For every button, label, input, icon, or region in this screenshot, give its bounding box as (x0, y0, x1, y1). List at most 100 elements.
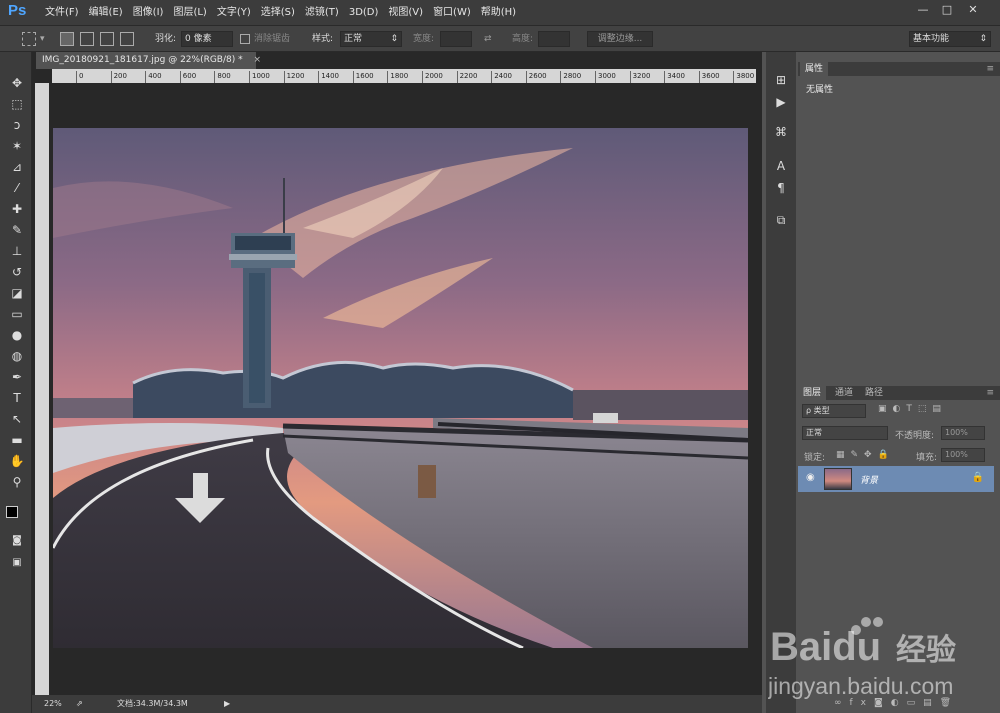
new-selection-icon[interactable] (60, 32, 74, 46)
baidu-jingyan-watermark: Baidu 经验 jingyan.baidu.com (768, 617, 956, 699)
brush-preset-panel-icon[interactable]: ⌘ (772, 124, 790, 140)
character-panel-icon[interactable]: A (772, 158, 790, 174)
ruler-tick-label: 1400 (318, 71, 339, 83)
crop-tool-icon[interactable]: ⊿ (6, 158, 28, 176)
menu-layer[interactable]: 图层(L) (168, 0, 211, 26)
panel-menu-icon[interactable]: ≡ (986, 386, 994, 400)
height-input[interactable] (538, 31, 570, 47)
paragraph-panel-icon[interactable]: ¶ (772, 180, 790, 196)
menu-window[interactable]: 窗口(W) (428, 0, 476, 26)
ruler-tick-label: 3400 (664, 71, 685, 83)
eye-icon[interactable]: ◉ (806, 472, 815, 483)
layer-filter-select[interactable]: ρ 类型 (802, 404, 866, 418)
menu-help[interactable]: 帮助(H) (476, 0, 521, 26)
screen-mode-icon[interactable]: ▣ (6, 554, 28, 572)
healing-brush-tool-icon[interactable]: ✚ (6, 200, 28, 218)
brush-tool-icon[interactable]: ✎ (6, 221, 28, 239)
width-input[interactable] (440, 31, 472, 47)
move-tool-icon[interactable]: ✥ (6, 74, 28, 92)
lock-label: 锁定: (804, 453, 826, 463)
pen-tool-icon[interactable]: ✒ (6, 368, 28, 386)
fill-input[interactable]: 100% (941, 448, 985, 462)
style-select[interactable]: 正常 ⇕ (340, 31, 402, 47)
intersect-selection-icon[interactable] (120, 32, 134, 46)
close-tab-icon[interactable]: × (254, 55, 262, 65)
foreground-color-swatch[interactable] (6, 506, 18, 518)
status-bar: 22% ⇗ 文档:34.3M/34.3M ▶ (32, 695, 762, 713)
document-info: 文档:34.3M/34.3M (117, 699, 188, 708)
height-label: 高度: (512, 34, 534, 44)
magic-wand-tool-icon[interactable]: ✶ (6, 137, 28, 155)
lock-icons[interactable]: ▦✎✥🔒 (836, 450, 916, 460)
rectangular-marquee-tool-icon[interactable]: ⬚ (6, 95, 28, 113)
style-value: 正常 (344, 34, 363, 44)
menu-type[interactable]: 文字(Y) (212, 0, 256, 26)
swap-dimensions-icon[interactable]: ⇄ (484, 31, 492, 47)
canvas[interactable] (49, 83, 756, 695)
width-label: 宽度: (413, 34, 435, 44)
maximize-button[interactable]: □ (936, 3, 958, 17)
ruler-tick-label: 1200 (283, 71, 304, 83)
watermark-brand-cn: 经验 (896, 633, 956, 668)
layer-comps-panel-icon[interactable]: ⧉ (772, 212, 790, 228)
close-button[interactable]: ✕ (962, 3, 984, 17)
watermark-brand: Baidu (770, 625, 881, 669)
tab-channels[interactable]: 通道 (830, 386, 858, 400)
opacity-input[interactable]: 100% (941, 426, 985, 440)
antialias-checkbox[interactable] (240, 34, 250, 44)
zoom-level[interactable]: 22% (44, 695, 62, 713)
menu-edit[interactable]: 编辑(E) (84, 0, 128, 26)
photoshop-logo: Ps (8, 2, 27, 19)
menu-list: 文件(F) 编辑(E) 图像(I) 图层(L) 文字(Y) 选择(S) 滤镜(T… (40, 0, 521, 26)
menu-view[interactable]: 视图(V) (383, 0, 428, 26)
workspace-value: 基本功能 (913, 34, 950, 44)
blend-mode-select[interactable]: 正常 (802, 426, 888, 440)
watermark-url: jingyan.baidu.com (768, 673, 953, 699)
gradient-tool-icon[interactable]: ▭ (6, 305, 28, 323)
refine-edge-button[interactable]: 调整边缘... (587, 31, 653, 47)
hand-tool-icon[interactable]: ✋ (6, 452, 28, 470)
tab-layers[interactable]: 图层 (798, 386, 827, 400)
export-icon[interactable]: ⇗ (76, 695, 83, 713)
clone-stamp-tool-icon[interactable]: ⊥ (6, 242, 28, 260)
menu-select[interactable]: 选择(S) (256, 0, 300, 26)
eyedropper-tool-icon[interactable]: ⁄ (6, 179, 28, 197)
history-brush-tool-icon[interactable]: ↺ (6, 263, 28, 281)
tab-properties[interactable]: 属性 (800, 62, 829, 76)
eraser-tool-icon[interactable]: ◪ (6, 284, 28, 302)
zoom-tool-icon[interactable]: ⚲ (6, 473, 28, 491)
menu-3d[interactable]: 3D(D) (344, 0, 384, 26)
menu-image[interactable]: 图像(I) (128, 0, 169, 26)
ruler-tick-label: 3200 (629, 71, 650, 83)
panel-menu-icon[interactable]: ≡ (986, 62, 994, 76)
menu-file[interactable]: 文件(F) (40, 0, 84, 26)
add-to-selection-icon[interactable] (80, 32, 94, 46)
minimize-button[interactable]: — (912, 3, 934, 17)
type-tool-icon[interactable]: T (6, 389, 28, 407)
feather-label: 羽化: (155, 34, 177, 44)
dodge-tool-icon[interactable]: ◍ (6, 347, 28, 365)
blur-tool-icon[interactable]: ● (6, 326, 28, 344)
history-panel-icon[interactable]: ⊞ (772, 72, 790, 88)
info-arrow-icon[interactable]: ▶ (224, 695, 230, 713)
path-selection-tool-icon[interactable]: ↖ (6, 410, 28, 428)
ruler-tick-label: 200 (110, 71, 127, 83)
workspace-select[interactable]: 基本功能 ⇕ (909, 31, 991, 47)
document-tab[interactable]: IMG_20180921_181617.jpg @ 22%(RGB/8) * × (36, 52, 261, 69)
layer-filter-icons[interactable]: ▣◐T⬚▤ (878, 404, 1000, 414)
actions-panel-icon[interactable]: ▶ (772, 94, 790, 110)
feather-input[interactable]: 0 像素 (181, 31, 233, 47)
quick-mask-icon[interactable]: ◙ (6, 532, 28, 550)
tools-panel: ✥ ⬚ ↄ ✶ ⊿ ⁄ ✚ ✎ ⊥ ↺ ◪ ▭ ● ◍ ✒ T ↖ ▬ ✋ ⚲ … (0, 52, 32, 713)
style-label: 样式: (312, 34, 334, 44)
subtract-from-selection-icon[interactable] (100, 32, 114, 46)
ruler-ticks: 0 200 400 600 800 1000 1200 1400 1600 1800 2000 220… (52, 69, 756, 83)
menu-filter[interactable]: 滤镜(T) (300, 0, 344, 26)
tab-paths[interactable]: 路径 (860, 386, 888, 400)
lasso-tool-icon[interactable]: ↄ (6, 116, 28, 134)
marquee-tool-preset-icon[interactable] (22, 32, 36, 46)
layer-row[interactable]: ◉ 背景 🔒 (798, 466, 994, 492)
preset-dropdown-arrow-icon[interactable]: ▾ (40, 31, 45, 47)
menu-bar: Ps 文件(F) 编辑(E) 图像(I) 图层(L) 文字(Y) 选择(S) 滤… (0, 0, 1000, 26)
rectangle-tool-icon[interactable]: ▬ (6, 431, 28, 449)
